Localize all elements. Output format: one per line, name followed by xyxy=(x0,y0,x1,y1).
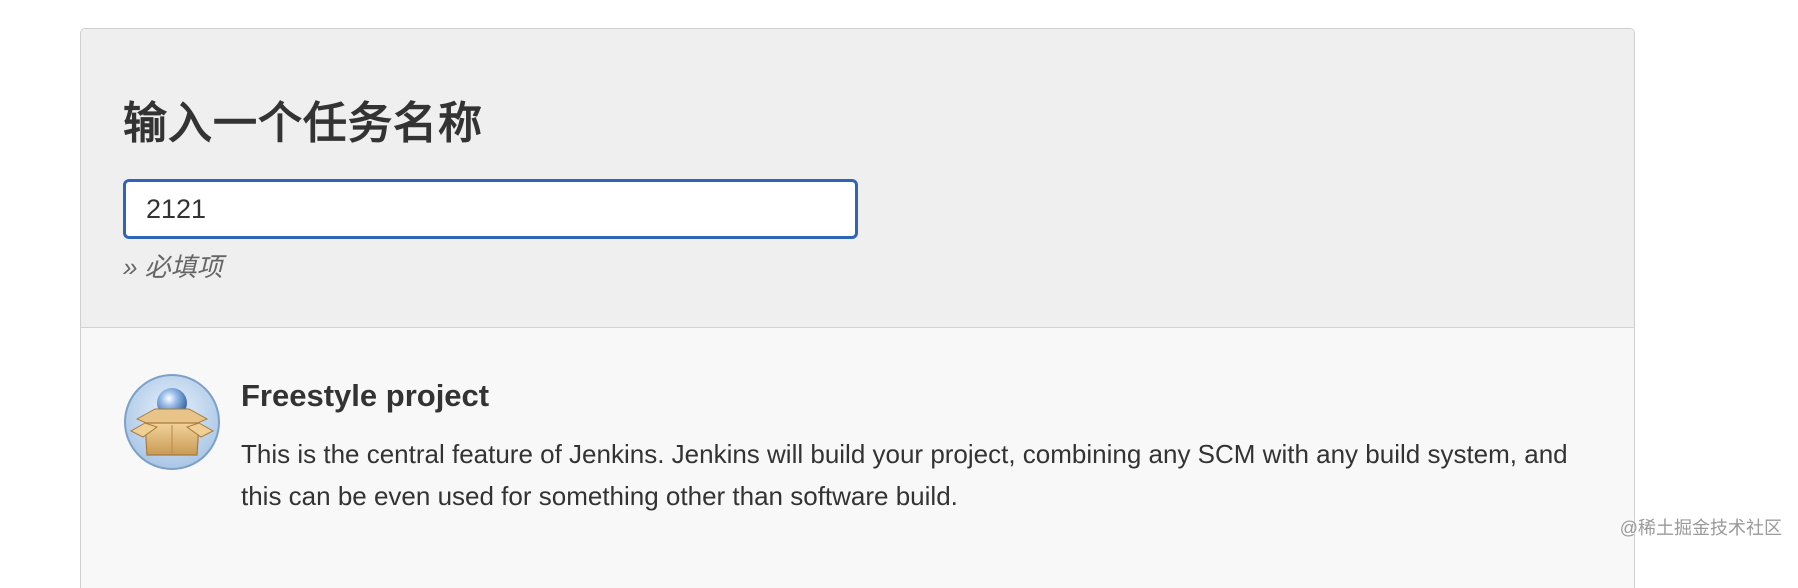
new-item-panel: 输入一个任务名称 » 必填项 xyxy=(80,28,1635,588)
freestyle-project-icon xyxy=(124,374,220,470)
item-type-freestyle-project[interactable]: Freestyle project This is the central fe… xyxy=(81,328,1634,588)
name-section: 输入一个任务名称 » 必填项 xyxy=(81,29,1634,328)
page-title: 输入一个任务名称 xyxy=(123,99,483,148)
item-type-description: This is the central feature of Jenkins. … xyxy=(241,439,1568,511)
watermark: @稀土掘金技术社区 xyxy=(1619,518,1782,538)
item-name-input[interactable] xyxy=(126,182,855,236)
required-field-note: » 必填项 xyxy=(123,252,223,282)
item-type-title: Freestyle project xyxy=(241,378,490,413)
item-name-input-wrapper xyxy=(123,179,858,239)
